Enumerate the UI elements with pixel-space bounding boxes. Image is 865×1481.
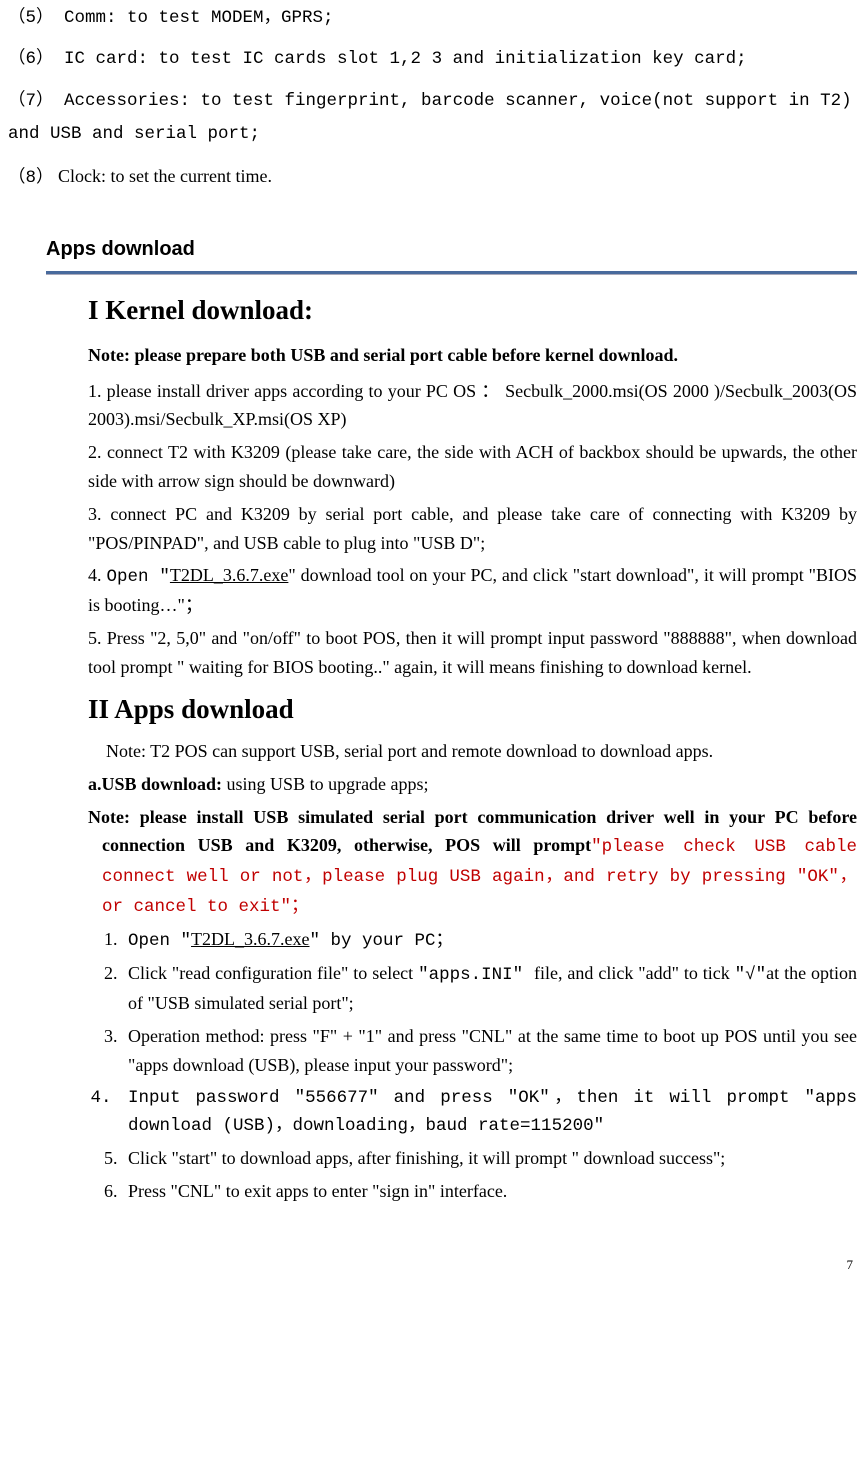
top-line-8: （8） Clock: to set the current time.: [8, 159, 857, 195]
usb-download-label: a.USB download:: [88, 774, 222, 794]
li2-check: "√": [735, 965, 767, 985]
step-4-open: Open ": [106, 567, 169, 587]
step-4-filename: T2DL_3.6.7.exe: [170, 565, 288, 585]
step-4-num: 4.: [88, 565, 106, 585]
list-item: Click "read configuration file" to selec…: [122, 959, 857, 1018]
page-number: 7: [8, 1255, 857, 1276]
note-apps: Note: T2 POS can support USB, serial por…: [88, 737, 857, 766]
top-line-8-num: （8）: [8, 168, 54, 188]
section-header: Apps download: [46, 233, 857, 265]
top-line-8-text: Clock: to set the current time.: [54, 166, 272, 186]
usb-download-line: a.USB download: using USB to upgrade app…: [88, 770, 857, 799]
step-2: 2. connect T2 with K3209 (please take ca…: [88, 438, 857, 496]
step-4: 4. Open "T2DL_3.6.7.exe" download tool o…: [88, 561, 857, 620]
list-item: Open "T2DL_3.6.7.exe" by your PC；: [122, 925, 857, 955]
step-3: 3. connect PC and K3209 by serial port c…: [88, 500, 857, 558]
usb-download-desc: using USB to upgrade apps;: [222, 774, 429, 794]
step-1: 1. please install driver apps according …: [88, 377, 857, 435]
li1-tail: " by your PC；: [309, 931, 453, 951]
heading-kernel-download: I Kernel download:: [88, 289, 857, 332]
list-item: Click "start" to download apps, after fi…: [122, 1144, 857, 1173]
li2-a: Click "read configuration file" to selec…: [128, 963, 413, 983]
li2-b: "apps.INI": [418, 965, 534, 985]
usb-steps-list: Open "T2DL_3.6.7.exe" by your PC； Click …: [88, 925, 857, 1205]
li1-filename: T2DL_3.6.7.exe: [191, 929, 309, 949]
li2-c: file, and click "add" to tick: [534, 963, 735, 983]
list-item: Input password "556677" and press "OK"，t…: [122, 1084, 857, 1140]
heading-apps-download: II Apps download: [88, 688, 857, 731]
section-divider: [46, 271, 857, 275]
top-line-5: （5） Comm: to test MODEM，GPRS;: [8, 2, 857, 35]
top-line-7: （7） Accessories: to test fingerprint, ba…: [8, 85, 857, 152]
list-item: Press "CNL" to exit apps to enter "sign …: [122, 1177, 857, 1206]
li1-open: Open ": [128, 931, 191, 951]
list-item: Operation method: press "F" + "1" and pr…: [122, 1022, 857, 1080]
step-5: 5. Press "2, 5,0" and "on/off" to boot P…: [88, 624, 857, 682]
top-line-6: （6） IC card: to test IC cards slot 1,2 3…: [8, 43, 857, 76]
note-kernel: Note: please prepare both USB and serial…: [88, 338, 857, 372]
note-usb-driver: Note: please install USB simulated seria…: [102, 803, 857, 922]
